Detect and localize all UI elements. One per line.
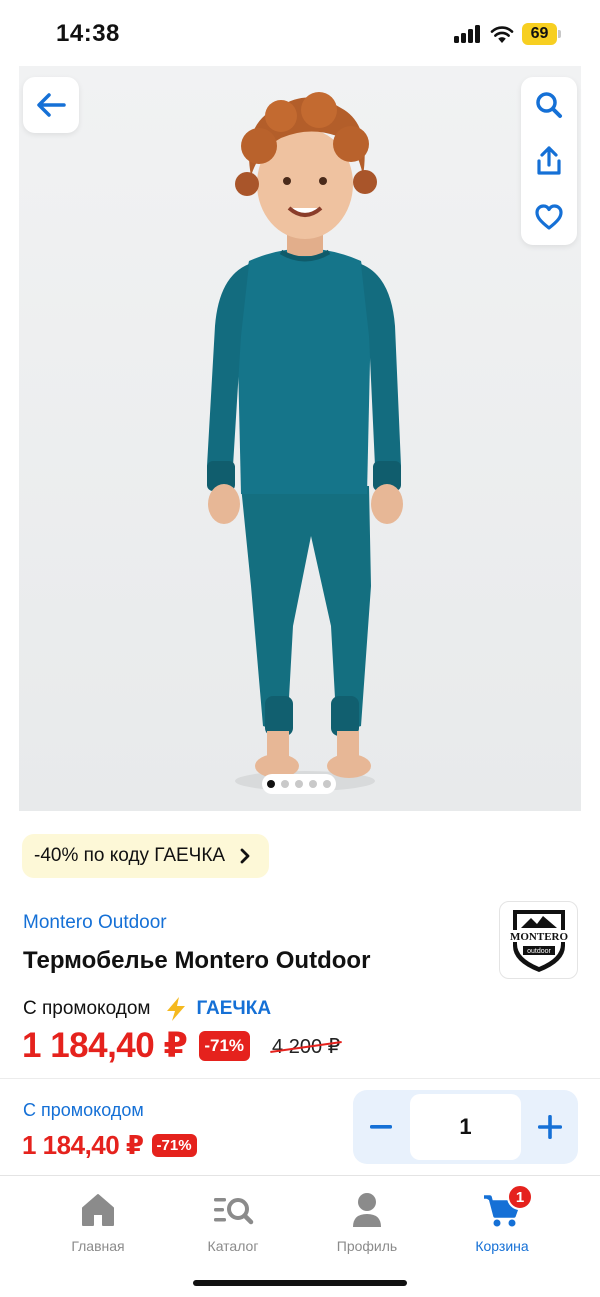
product-title: Термобелье Montero Outdoor: [23, 947, 371, 974]
buy-bar-discount-badge: -71%: [151, 1134, 197, 1157]
chevron-right-icon: [240, 848, 250, 864]
brand-logo-subtext: outdoor: [527, 948, 551, 955]
tab-home[interactable]: Главная: [33, 1190, 163, 1254]
search-icon: [536, 92, 562, 118]
current-price: 1 184,40 ₽: [22, 1026, 188, 1065]
battery-level: 69: [522, 23, 557, 45]
product-image[interactable]: [19, 66, 581, 811]
tab-label: Каталог: [207, 1238, 259, 1254]
promo-code-row: С промокодом ГАЕЧКА: [23, 996, 271, 1022]
tab-catalog[interactable]: Каталог: [168, 1190, 298, 1254]
promo-label: С промокодом: [23, 998, 151, 1019]
buy-bar-price-row: 1 184,40 ₽ -71%: [22, 1130, 197, 1161]
product-photo-illustration: [19, 66, 581, 811]
minus-icon: [370, 1125, 392, 1129]
old-price: 4 200 ₽: [272, 1035, 341, 1058]
status-bar: 14:38 69: [0, 0, 600, 66]
brand-link[interactable]: Montero Outdoor: [23, 912, 167, 934]
divider: [0, 1078, 600, 1079]
promo-code[interactable]: ГАЕЧКА: [196, 998, 271, 1020]
search-button[interactable]: [521, 77, 577, 133]
tab-cart[interactable]: 1 Корзина: [437, 1184, 567, 1254]
pagination-dot[interactable]: [267, 780, 275, 788]
share-icon: [537, 146, 561, 175]
status-time: 14:38: [56, 20, 120, 47]
arrow-left-icon: [37, 93, 66, 117]
discount-badge: -71%: [199, 1031, 251, 1061]
wifi-icon: [490, 26, 514, 43]
quantity-stepper: 1: [353, 1090, 578, 1164]
promo-chip-text: -40% по коду ГАЕЧКА: [34, 845, 226, 866]
pagination-dot[interactable]: [323, 780, 331, 788]
pagination-dot[interactable]: [295, 780, 303, 788]
buy-bar-price: 1 184,40 ₽: [22, 1130, 144, 1160]
montero-logo-icon: MONTERO outdoor: [504, 910, 573, 972]
image-tools-panel: [521, 77, 577, 245]
battery-icon: 69: [522, 23, 562, 45]
tab-profile[interactable]: Профиль: [302, 1190, 432, 1254]
gallery-pagination[interactable]: [262, 774, 336, 794]
decrease-quantity-button[interactable]: [353, 1090, 409, 1164]
buy-bar-promo-label: С промокодом: [23, 1100, 144, 1120]
back-button[interactable]: [23, 77, 79, 133]
home-icon: [82, 1194, 114, 1226]
share-button[interactable]: [521, 133, 577, 189]
tab-label: Главная: [71, 1238, 125, 1254]
catalog-search-icon: [214, 1198, 254, 1225]
price-row: 1 184,40 ₽ -71% 4 200 ₽: [22, 1026, 340, 1066]
cellular-signal-icon: [454, 25, 482, 43]
increase-quantity-button[interactable]: [522, 1090, 578, 1164]
cart-count-badge: 1: [507, 1184, 533, 1210]
brand-logo[interactable]: MONTERO outdoor: [499, 901, 578, 979]
promo-chip[interactable]: -40% по коду ГАЕЧКА: [22, 834, 270, 878]
pagination-dot[interactable]: [281, 780, 289, 788]
favorite-button[interactable]: [521, 189, 577, 245]
quantity-value[interactable]: 1: [410, 1094, 521, 1160]
heart-icon: [535, 204, 563, 230]
profile-icon: [353, 1193, 381, 1227]
tab-label: Профиль: [336, 1238, 398, 1254]
pagination-dot[interactable]: [309, 780, 317, 788]
home-indicator[interactable]: [193, 1280, 407, 1286]
plus-icon: [538, 1115, 562, 1139]
lightning-icon: [167, 997, 186, 1021]
tab-label: Корзина: [475, 1238, 529, 1254]
brand-logo-text: MONTERO: [509, 931, 568, 943]
bottom-tab-bar: Главная Каталог Профиль 1 Корзина: [0, 1176, 600, 1297]
